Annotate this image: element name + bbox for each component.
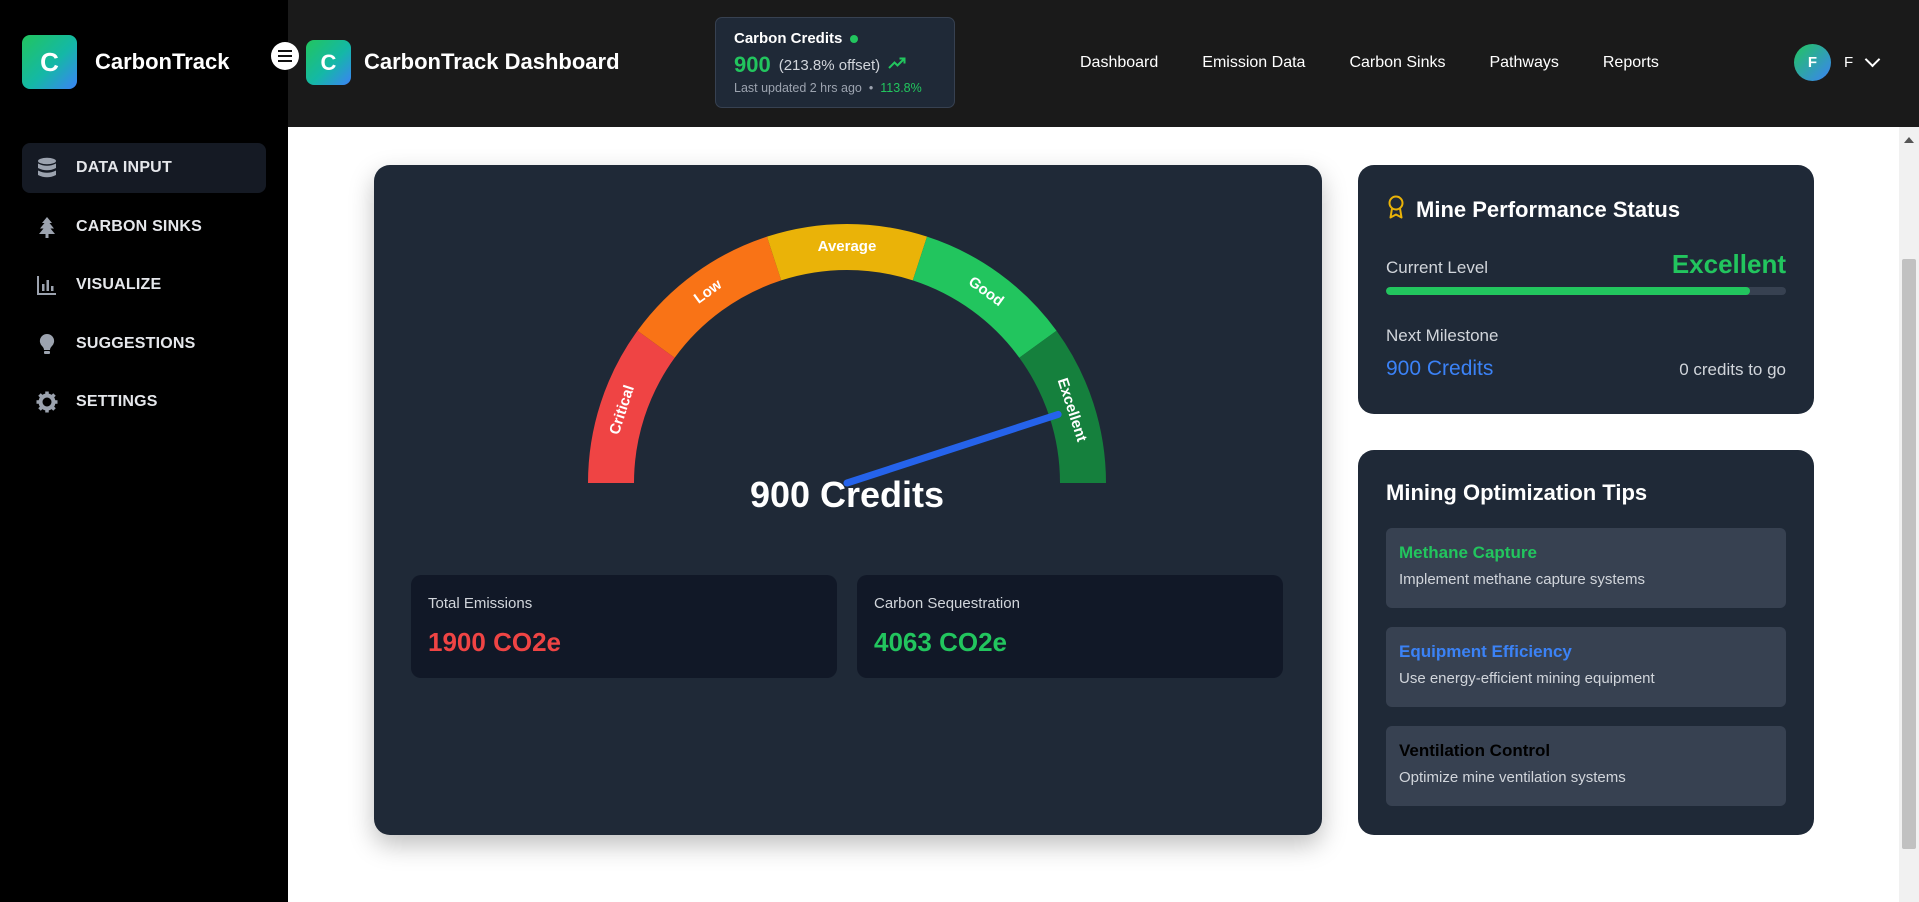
- gauge-needle: [843, 410, 1062, 487]
- sidebar-item-suggestions[interactable]: SUGGESTIONS: [22, 319, 266, 369]
- carbon-credits-meta: Last updated 2 hrs ago • 113.8%: [734, 81, 936, 95]
- total-emissions-value: 1900 CO2e: [428, 627, 561, 657]
- carbon-credits-offset: (213.8% offset): [778, 56, 881, 74]
- scrollbar[interactable]: [1899, 127, 1919, 902]
- header-logo[interactable]: C: [306, 40, 351, 85]
- carbon-sequestration-label: Carbon Sequestration: [874, 595, 1020, 612]
- menu-toggle-button[interactable]: [271, 42, 299, 70]
- trending-up-icon: [888, 56, 906, 74]
- sidebar-item-label: DATA INPUT: [76, 159, 172, 176]
- mining-tips-title: Mining Optimization Tips: [1386, 480, 1648, 505]
- carbon-credits-widget[interactable]: Carbon Credits 900 (213.8% offset) Last …: [715, 17, 955, 108]
- top-nav: Dashboard Emission Data Carbon Sinks Pat…: [1080, 54, 1703, 72]
- sidebar-item-settings[interactable]: SETTINGS: [22, 377, 266, 427]
- credits-to-go: 0 credits to go: [1679, 360, 1786, 379]
- sidebar-item-data-input[interactable]: DATA INPUT: [22, 143, 266, 193]
- tip-title: Ventilation Control: [1399, 741, 1551, 760]
- tip-title: Methane Capture: [1399, 543, 1537, 562]
- gauge-value-label: 900 Credits: [750, 474, 944, 515]
- sidebar: C CarbonTrack DATA INPUT CARBON SINKS VI…: [0, 0, 288, 902]
- sidebar-item-visualize[interactable]: VISUALIZE: [22, 260, 266, 310]
- next-milestone-label-row: Next Milestone: [1386, 326, 1786, 346]
- bar-chart-icon: [36, 274, 58, 296]
- carbon-credits-value-row: 900 (213.8% offset): [734, 52, 936, 78]
- tip-description: Use energy-efficient mining equipment: [1399, 670, 1655, 687]
- tip-title: Equipment Efficiency: [1399, 642, 1572, 661]
- credits-gauge: CriticalLowAverageGoodExcellent 900 Cred…: [588, 224, 1106, 515]
- tip-description: Optimize mine ventilation systems: [1399, 769, 1626, 786]
- credits-gauge-card: Critical Low Average Good Excellent 900 Cred…: [374, 165, 1322, 835]
- nav-carbon-sinks[interactable]: Carbon Sinks: [1349, 54, 1445, 72]
- mine-performance-title-row: Mine Performance Status: [1386, 195, 1680, 225]
- topbar: C CarbonTrack Dashboard Carbon Credits 9…: [288, 0, 1919, 127]
- mine-performance-card: Mine Performance Status Current Level Ex…: [1358, 165, 1814, 414]
- nav-emission-data[interactable]: Emission Data: [1202, 54, 1305, 72]
- database-icon: [36, 157, 58, 179]
- total-emissions-label: Total Emissions: [428, 595, 533, 612]
- user-initial: F: [1844, 54, 1854, 71]
- brand[interactable]: C CarbonTrack: [22, 35, 230, 89]
- carbon-credits-title: Carbon Credits: [734, 30, 843, 47]
- hamburger-icon: [278, 50, 292, 62]
- tip-ventilation-control[interactable]: Ventilation Control Optimize mine ventil…: [1386, 726, 1786, 806]
- level-progress-fill: [1386, 287, 1750, 295]
- current-level-value: Excellent: [1671, 249, 1786, 279]
- status-dot-icon: [850, 34, 859, 43]
- lightbulb-icon: [36, 333, 58, 355]
- nav-dashboard[interactable]: Dashboard: [1080, 54, 1158, 72]
- sidebar-item-carbon-sinks[interactable]: CARBON SINKS: [22, 202, 266, 252]
- award-icon: [1386, 195, 1406, 225]
- next-milestone-row: 900 Credits 0 credits to go: [1386, 357, 1786, 381]
- carbon-credits-title-row: Carbon Credits: [734, 30, 936, 47]
- scroll-up-arrow-icon[interactable]: [1904, 137, 1914, 143]
- tip-equipment-efficiency[interactable]: Equipment Efficiency Use energy-efficien…: [1386, 627, 1786, 707]
- meta-separator: •: [868, 81, 874, 95]
- sidebar-item-label: CARBON SINKS: [76, 217, 202, 235]
- nav-pathways[interactable]: Pathways: [1489, 54, 1558, 72]
- mining-tips-card: Mining Optimization Tips Methane Capture…: [1358, 450, 1814, 835]
- sidebar-item-label: SETTINGS: [76, 393, 158, 410]
- next-milestone-label: Next Milestone: [1386, 326, 1499, 345]
- brand-name: CarbonTrack: [95, 49, 230, 74]
- current-level-label: Current Level: [1386, 258, 1489, 277]
- nav-reports[interactable]: Reports: [1603, 54, 1659, 72]
- carbon-credits-value: 900: [734, 52, 771, 77]
- sidebar-item-label: SUGGESTIONS: [76, 334, 196, 352]
- page-title: CarbonTrack Dashboard: [364, 49, 620, 74]
- gauge-segments: [588, 224, 1106, 483]
- gauge-label-average: Average: [818, 238, 877, 255]
- credits-percent: 113.8%: [880, 81, 922, 95]
- avatar: F: [1794, 44, 1831, 81]
- user-menu[interactable]: F F: [1794, 44, 1881, 81]
- mine-performance-title: Mine Performance Status: [1416, 197, 1681, 222]
- sidebar-nav: DATA INPUT CARBON SINKS VISUALIZE SUGGES…: [22, 143, 266, 436]
- carbon-sequestration-box: Carbon Sequestration 4063 CO2e: [857, 575, 1283, 678]
- next-milestone-value: 900 Credits: [1386, 357, 1494, 380]
- sidebar-item-label: VISUALIZE: [76, 276, 162, 293]
- chevron-down-icon: [1864, 51, 1881, 68]
- current-level-row: Current Level Excellent: [1386, 249, 1786, 280]
- gear-icon: [36, 391, 58, 413]
- carbon-sequestration-value: 4063 CO2e: [874, 627, 1007, 657]
- brand-logo: C: [22, 35, 77, 89]
- last-updated: Last updated 2 hrs ago: [734, 81, 862, 95]
- level-progress-bar: [1386, 287, 1786, 295]
- tip-methane-capture[interactable]: Methane Capture Implement methane captur…: [1386, 528, 1786, 608]
- tree-icon: [36, 216, 58, 238]
- tip-description: Implement methane capture systems: [1399, 571, 1645, 588]
- scrollbar-thumb[interactable]: [1902, 259, 1916, 849]
- total-emissions-box: Total Emissions 1900 CO2e: [411, 575, 837, 678]
